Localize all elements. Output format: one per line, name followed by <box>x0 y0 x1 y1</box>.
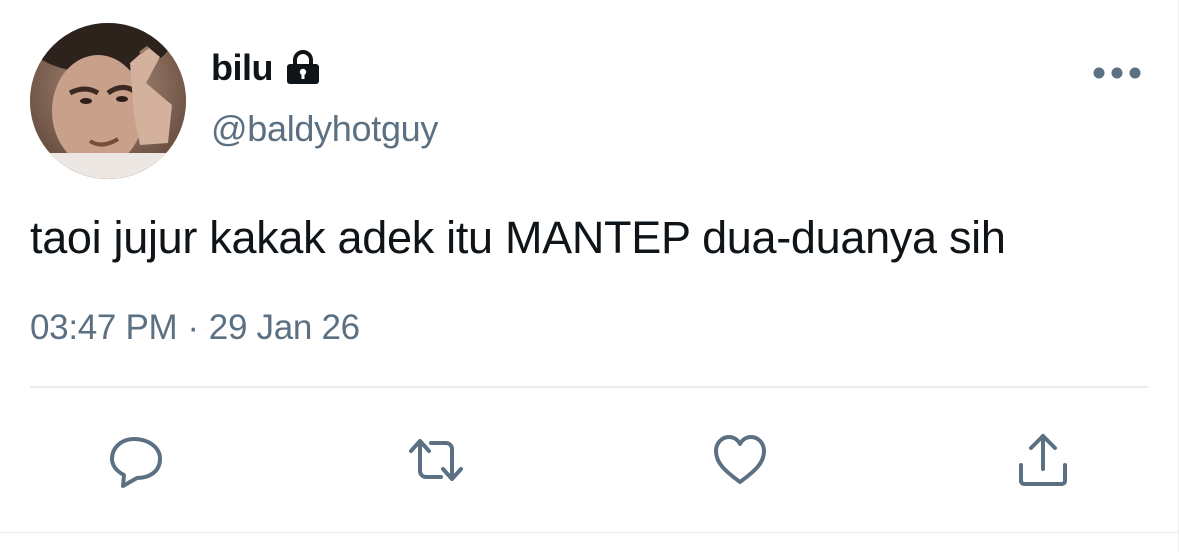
tweet-actions <box>0 428 1179 492</box>
more-options-button[interactable] <box>1092 58 1142 88</box>
like-button[interactable] <box>708 428 772 492</box>
author-header: bilu <box>211 40 323 96</box>
heart-icon <box>714 435 766 484</box>
retweet-icon <box>409 439 463 481</box>
tweet-timestamp[interactable]: 03:47 PM · 29 Jan 26 <box>30 308 360 348</box>
tweet-text: taoi jujur kakak adek itu MANTEP dua-dua… <box>30 212 1006 263</box>
retweet-button[interactable] <box>404 428 468 492</box>
tweet-card: bilu @baldyhotguy taoi jujur kakak adek … <box>0 0 1179 552</box>
reply-button[interactable] <box>104 428 168 492</box>
tweet-date: 29 Jan 26 <box>208 308 360 347</box>
avatar-photo <box>30 23 186 179</box>
avatar[interactable] <box>30 23 186 179</box>
share-button[interactable] <box>1011 428 1075 492</box>
reply-bubble-icon <box>110 437 162 488</box>
more-dots-icon <box>1093 67 1141 79</box>
lock-icon <box>283 48 323 88</box>
bottom-border <box>0 532 1179 533</box>
meta-separator: · <box>187 308 199 347</box>
author-handle[interactable]: @baldyhotguy <box>211 108 438 150</box>
share-upload-icon <box>1019 434 1067 486</box>
divider <box>30 386 1148 388</box>
display-name[interactable]: bilu <box>211 47 273 89</box>
tweet-time: 03:47 PM <box>30 308 178 347</box>
